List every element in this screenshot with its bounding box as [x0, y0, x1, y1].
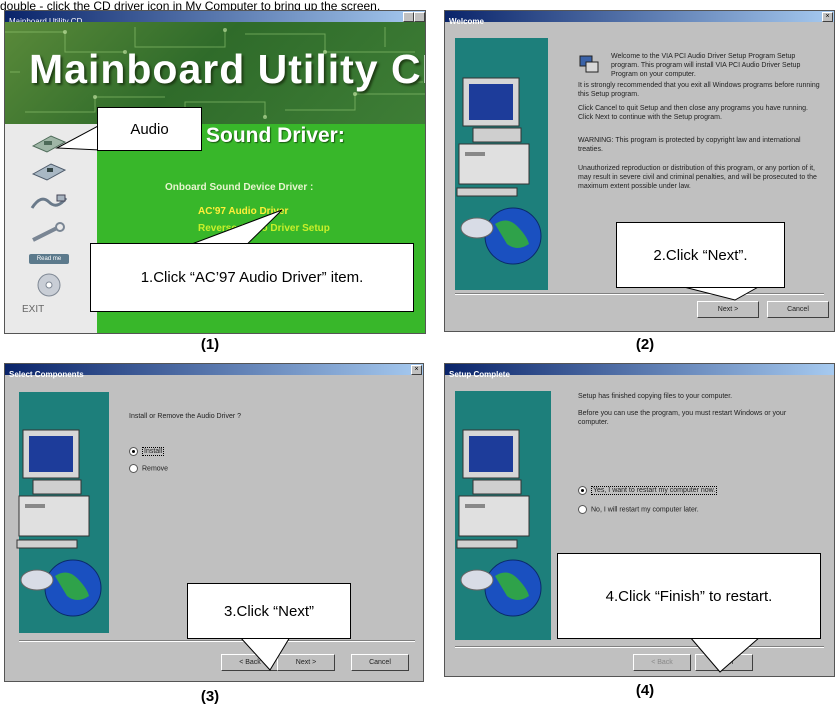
radio-unselected-icon: [129, 464, 138, 473]
restart-now-radio[interactable]: Yes, I want to restart my computer now.: [578, 486, 718, 496]
minimize-button[interactable]: [403, 12, 414, 22]
next-button[interactable]: Next >: [697, 301, 759, 318]
titlebar: Mainboard Utility CD: [5, 11, 425, 26]
unauthorized-text: Unauthorized reproduction or distributio…: [578, 165, 817, 190]
restart-now-label: Yes, I want to restart my computer now.: [591, 486, 718, 496]
subheading: Onboard Sound Device Driver :: [165, 182, 314, 193]
back-button[interactable]: < Back: [633, 654, 691, 671]
window-title: Welcome: [449, 17, 484, 26]
ac97-audio-driver-link[interactable]: AC'97 Audio Driver: [198, 206, 288, 217]
remove-label: Remove: [142, 465, 169, 473]
separator: [19, 640, 415, 642]
restart-text: Before you can use the program, you must…: [578, 410, 787, 426]
cancel-button[interactable]: Cancel: [351, 654, 409, 671]
computer-globe-illustration: [456, 429, 542, 617]
caption-1: (1): [200, 336, 220, 353]
back-button[interactable]: < Back: [221, 654, 279, 671]
window-title: Select Components: [9, 370, 84, 379]
setup-icon: [579, 55, 599, 73]
radio-selected-icon: [578, 486, 587, 495]
titlebar: Select Components: [5, 364, 423, 379]
audio-card-icon[interactable]: [29, 160, 69, 182]
copyright-warning-text: WARNING: This program is protected by co…: [578, 137, 801, 153]
separator: [455, 646, 824, 648]
cancel-button[interactable]: Cancel: [767, 301, 829, 318]
close-icon[interactable]: ×: [822, 12, 833, 22]
callout-step4: 4.Click “Finish” to restart.: [557, 553, 821, 639]
install-label: Install: [142, 447, 165, 457]
callout-audio: Audio: [97, 107, 202, 151]
cable-icon[interactable]: [29, 192, 69, 214]
caption-3: (3): [200, 688, 220, 705]
question-text: Install or Remove the Audio Driver ?: [129, 413, 242, 420]
chipset-icon[interactable]: [29, 132, 69, 154]
reverse-audio-link[interactable]: Reverse Audio Driver Setup: [198, 223, 330, 234]
cd-icon[interactable]: [29, 272, 69, 298]
callout-step2: 2.Click “Next”.: [616, 222, 785, 288]
close-icon[interactable]: ×: [411, 365, 422, 375]
close-button[interactable]: [414, 12, 425, 22]
computer-globe-illustration: [16, 429, 102, 617]
remove-radio[interactable]: Remove: [129, 464, 168, 473]
install-radio[interactable]: Install: [129, 447, 165, 457]
caption-2: (2): [635, 336, 655, 353]
welcome-text: Welcome to the VIA PCI Audio Driver Setu…: [611, 53, 801, 78]
radio-unselected-icon: [578, 505, 587, 514]
titlebar: Welcome: [445, 11, 834, 26]
computer-globe-illustration: [456, 77, 542, 265]
restart-later-label: No, I will restart my computer later.: [591, 506, 699, 514]
titlebar: Setup Complete: [445, 364, 834, 379]
main-title: Mainboard Utility CD: [29, 46, 425, 92]
section-title: Sound Driver:: [206, 124, 345, 147]
readme-icon[interactable]: Read me: [29, 254, 69, 264]
caption-4: (4): [635, 682, 655, 699]
window-title: Setup Complete: [449, 370, 510, 379]
warning-recommend-text: It is strongly recommended that you exit…: [578, 82, 820, 98]
exit-button[interactable]: EXIT: [22, 304, 44, 315]
radio-selected-icon: [129, 447, 138, 456]
next-button[interactable]: Next >: [277, 654, 335, 671]
separator: [455, 293, 824, 295]
finish-button[interactable]: Finish: [695, 654, 753, 671]
callout-step3: 3.Click “Next”: [187, 583, 351, 639]
restart-later-radio[interactable]: No, I will restart my computer later.: [578, 505, 699, 514]
callout-step1: 1.Click “AC’97 Audio Driver” item.: [90, 243, 414, 312]
cancel-instructions-text: Click Cancel to quit Setup and then clos…: [578, 105, 808, 121]
finished-text: Setup has finished copying files to your…: [578, 393, 733, 400]
tool-icon[interactable]: [29, 222, 69, 244]
banner: Mainboard Utility CD: [5, 22, 425, 124]
